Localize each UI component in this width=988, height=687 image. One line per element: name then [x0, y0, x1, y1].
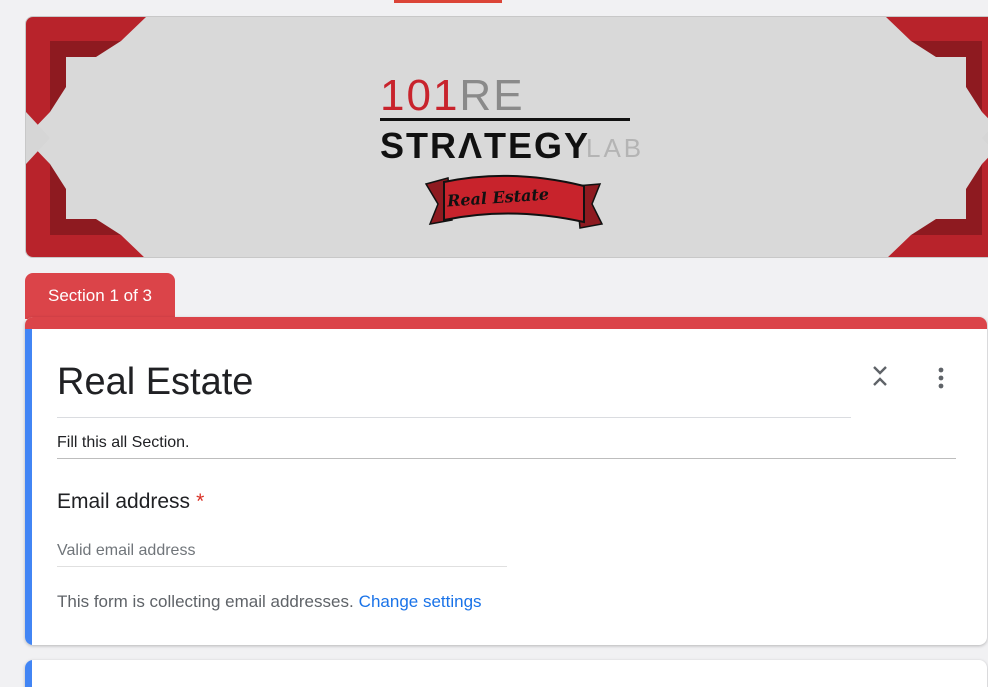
section-tab[interactable]: Section 1 of 3 [25, 273, 175, 319]
email-question-label: Email address * [57, 490, 204, 514]
top-tab-indicator [394, 0, 502, 3]
next-question-card[interactable] [25, 660, 987, 687]
collapse-icon[interactable] [869, 363, 891, 389]
logo-strategy: STRɅTEGY [380, 125, 591, 166]
form-title[interactable]: Real Estate [57, 361, 253, 404]
change-settings-link[interactable]: Change settings [359, 592, 482, 611]
next-card-indicator [25, 660, 32, 687]
notice-text: This form is collecting email addresses. [57, 592, 354, 611]
logo-lab: LAB [586, 133, 645, 163]
title-underline [57, 417, 851, 418]
description-underline [57, 458, 956, 459]
form-description[interactable]: Fill this all Section. [57, 434, 190, 452]
brand-logo: 101RE STRɅTEGY LAB Real Estate [376, 72, 656, 252]
header-banner: 101RE STRɅTEGY LAB Real Estate [25, 16, 988, 258]
logo-re: RE [459, 71, 525, 120]
card-theme-bar [25, 317, 987, 329]
email-collection-notice: This form is collecting email addresses.… [57, 592, 482, 612]
required-asterisk: * [196, 490, 205, 513]
form-header-card[interactable]: Real Estate Fill this all Section. Email… [25, 317, 987, 645]
active-card-indicator [25, 329, 32, 645]
more-vert-icon[interactable] [931, 365, 951, 391]
logo-number: 101 [380, 71, 460, 120]
email-input[interactable] [57, 535, 507, 567]
logo-underline [380, 118, 630, 121]
question-title: Email address [57, 490, 191, 513]
